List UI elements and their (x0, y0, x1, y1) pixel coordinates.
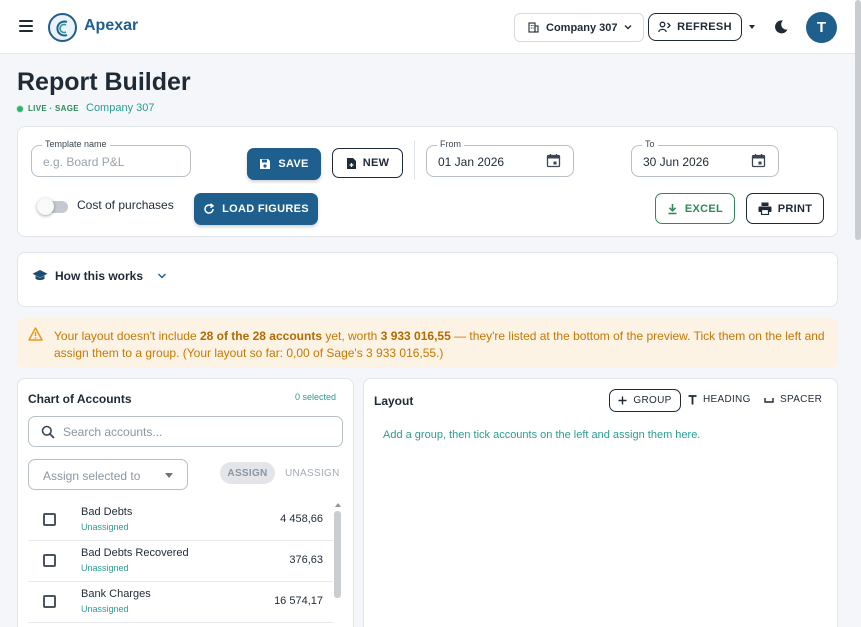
reload-icon (204, 203, 215, 214)
account-checkbox[interactable] (43, 554, 56, 567)
heading-label: HEADING (703, 394, 751, 405)
accounts-list-scrollbar[interactable] (334, 511, 341, 598)
top-bar: Apexar Company 307 REFRESH T (0, 0, 861, 54)
company-select[interactable]: Company 307 (514, 13, 644, 42)
template-name-field[interactable]: Template name e.g. Board P&L (31, 139, 191, 177)
add-group-button[interactable]: GROUP (609, 389, 681, 412)
from-date-value: 01 Jan 2026 (438, 155, 505, 169)
template-name-label: Template name (42, 139, 110, 149)
print-label: PRINT (777, 202, 813, 215)
refresh-menu-caret[interactable] (749, 25, 755, 29)
save-label: SAVE (278, 158, 309, 170)
account-row[interactable]: Bad Debts Unassigned 4 458,66 (28, 500, 333, 541)
new-document-icon (346, 157, 356, 169)
building-icon (528, 22, 539, 33)
live-sage-badge: LIVE · SAGE (28, 104, 79, 113)
account-status: Unassigned (81, 522, 129, 532)
form-divider (414, 140, 415, 180)
search-accounts-field[interactable] (28, 416, 343, 447)
from-date-field[interactable]: From 01 Jan 2026 (426, 139, 574, 177)
account-name: Bad Debts (81, 506, 133, 518)
assign-selected-placeholder: Assign selected to (43, 469, 141, 483)
to-date-value: 30 Jun 2026 (643, 155, 710, 169)
new-label: NEW (362, 157, 390, 169)
assign-selected-dropdown[interactable]: Assign selected to (28, 459, 188, 490)
account-checkbox[interactable] (43, 595, 56, 608)
layout-empty-hint: Add a group, then tick accounts on the l… (383, 429, 701, 441)
account-name: Bad Debts Recovered (81, 547, 189, 559)
to-date-label: To (642, 139, 658, 149)
refresh-button[interactable]: REFRESH (648, 13, 742, 41)
refresh-label: REFRESH (677, 21, 732, 33)
refresh-user-icon (658, 21, 672, 33)
warning-triangle-icon (28, 327, 43, 341)
print-button[interactable]: PRINT (746, 193, 824, 224)
search-icon (41, 425, 55, 439)
dark-mode-moon-icon[interactable] (773, 19, 789, 35)
new-button[interactable]: NEW (332, 148, 403, 178)
save-icon (260, 159, 271, 169)
load-figures-button[interactable]: LOAD FIGURES (194, 193, 318, 225)
user-avatar[interactable]: T (806, 12, 837, 43)
to-date-field[interactable]: To 30 Jun 2026 (631, 139, 779, 177)
chevron-down-icon (624, 25, 632, 30)
text-heading-icon (688, 394, 697, 404)
list-scroll-up-arrow[interactable] (335, 503, 341, 507)
account-status: Unassigned (81, 563, 129, 573)
add-spacer-button[interactable]: SPACER (764, 394, 822, 405)
warning-message: Your layout doesn't include 28 of the 28… (54, 329, 825, 360)
layout-panel (363, 378, 838, 627)
excel-export-button[interactable]: EXCEL (655, 193, 735, 224)
template-name-placeholder: e.g. Board P&L (43, 155, 125, 169)
search-accounts-input[interactable] (63, 423, 333, 441)
add-heading-button[interactable]: HEADING (688, 394, 751, 405)
account-checkbox[interactable] (43, 513, 56, 526)
account-name: Bank Charges (81, 588, 151, 600)
from-date-label: From (437, 139, 464, 149)
group-label: GROUP (633, 395, 672, 406)
spacer-icon (764, 397, 774, 403)
page-title: Report Builder (17, 68, 191, 96)
assign-button[interactable]: ASSIGN (220, 462, 275, 484)
account-status: Unassigned (81, 604, 129, 614)
download-icon (668, 203, 677, 214)
graduation-cap-icon (32, 270, 48, 281)
account-row[interactable]: Bad Debts Recovered Unassigned 376,63 (28, 541, 333, 582)
unassign-button[interactable]: UNASSIGN (285, 468, 340, 479)
account-amount: 4 458,66 (280, 513, 323, 525)
selected-count: 0 selected (295, 392, 337, 402)
layout-title: Layout (374, 394, 414, 408)
spacer-label: SPACER (780, 394, 823, 405)
plus-icon (618, 396, 627, 405)
account-amount: 376,63 (289, 554, 323, 566)
print-icon (758, 202, 772, 215)
chart-of-accounts-title: Chart of Accounts (28, 392, 132, 406)
dropdown-arrow-icon (165, 473, 173, 478)
load-figures-label: LOAD FIGURES (222, 203, 309, 215)
account-row[interactable]: Bank Charges Unassigned 16 574,17 (28, 582, 333, 623)
calendar-icon[interactable] (751, 153, 766, 168)
save-button[interactable]: SAVE (247, 148, 321, 180)
how-this-works-title[interactable]: How this works (55, 269, 143, 283)
brand-name: Apexar (84, 17, 139, 34)
calendar-icon[interactable] (546, 153, 561, 168)
toggle-knob[interactable] (37, 198, 54, 215)
apexar-logo (48, 13, 77, 42)
cost-of-purchases-label: Cost of purchases (77, 198, 174, 212)
chevron-down-icon[interactable] (157, 271, 167, 281)
excel-label: EXCEL (684, 202, 724, 215)
live-status-dot (16, 105, 24, 113)
page-scrollbar[interactable] (855, 0, 861, 240)
account-amount: 16 574,17 (274, 595, 323, 607)
company-select-value: Company 307 (546, 21, 618, 34)
menu-icon[interactable] (19, 20, 33, 32)
company-link[interactable]: Company 307 (86, 102, 155, 114)
